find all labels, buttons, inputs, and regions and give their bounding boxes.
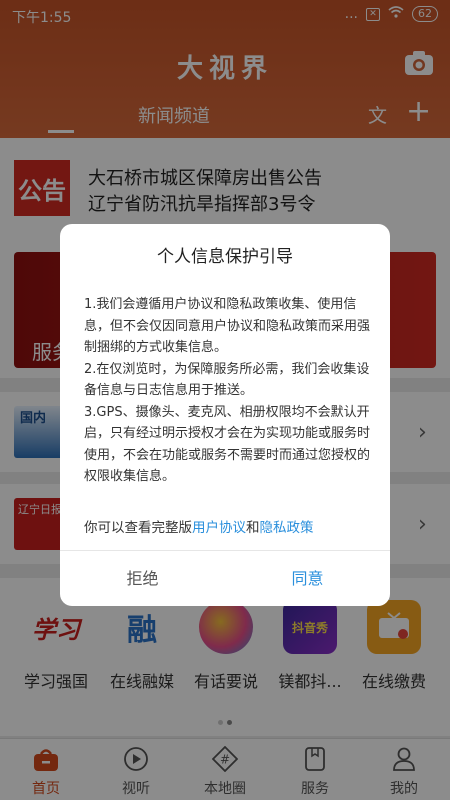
dialog-paragraph: 3.GPS、摄像头、麦克风、相册权限均不会默认开启，只有经过明示授权才会在为实现… bbox=[84, 404, 371, 485]
links-prefix: 你可以查看完整版 bbox=[84, 520, 192, 536]
links-and: 和 bbox=[246, 520, 260, 536]
privacy-dialog: 个人信息保护引导 1.我们会遵循用户协议和隐私政策收集、使用信息，但不会仅因同意… bbox=[60, 224, 390, 606]
dialog-title: 个人信息保护引导 bbox=[157, 247, 293, 267]
privacy-policy-link[interactable]: 隐私政策 bbox=[260, 520, 314, 536]
dialog-paragraph: 1.我们会遵循用户协议和隐私政策收集、使用信息，但不会仅因同意用户协议和隐私政策… bbox=[84, 297, 371, 355]
dialog-paragraph: 2.在仅浏览时，为保障服务所必需，我们会收集设备信息与日志信息用于推送。 bbox=[84, 361, 370, 399]
dialog-links: 你可以查看完整版用户协议和隐私政策 bbox=[84, 516, 314, 536]
agree-button[interactable]: 同意 bbox=[225, 551, 390, 606]
user-agreement-link[interactable]: 用户协议 bbox=[192, 520, 246, 536]
reject-button[interactable]: 拒绝 bbox=[60, 551, 225, 606]
dialog-body: 1.我们会遵循用户协议和隐私政策收集、使用信息，但不会仅因同意用户协议和隐私政策… bbox=[84, 294, 370, 488]
